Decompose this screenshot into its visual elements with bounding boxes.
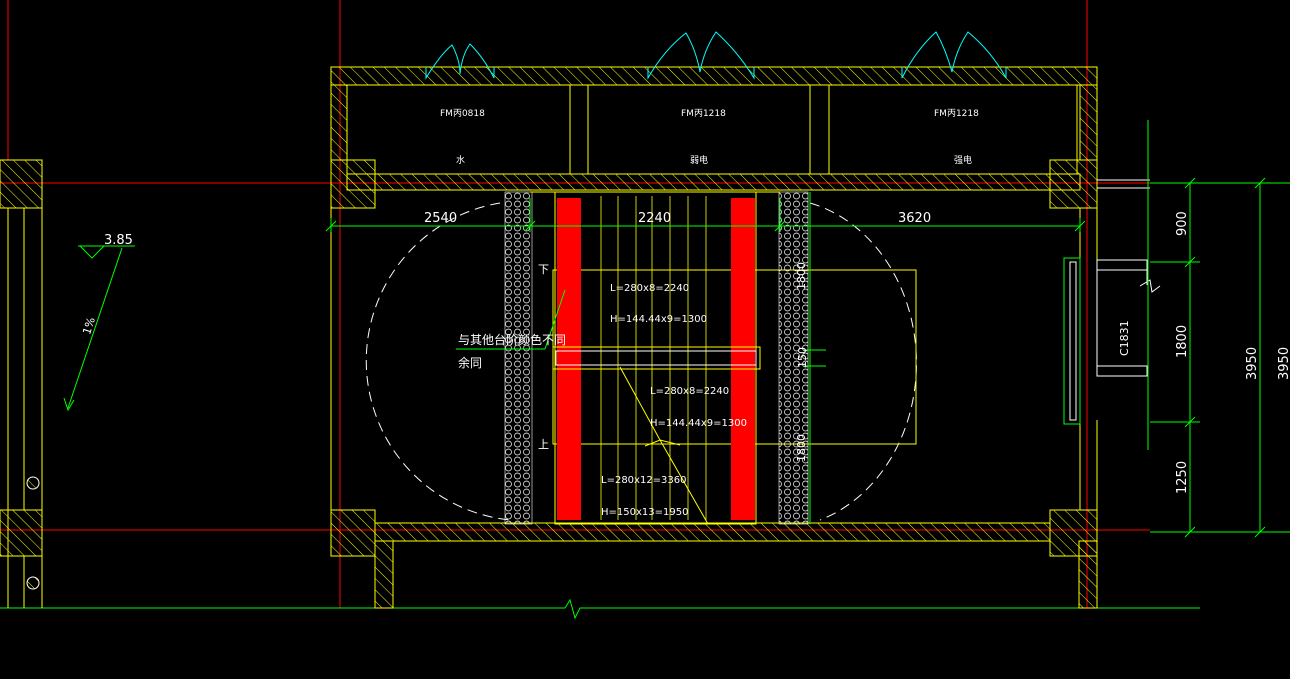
lower-flight-length: L=280x8=2240: [650, 386, 729, 397]
note-text-line1: 与其他台阶颜色不同: [458, 332, 566, 347]
dim-top-2: 2240: [638, 211, 671, 226]
room-1-door-code: FM丙0818: [440, 108, 485, 119]
dim-right-3: 1250: [1175, 461, 1190, 494]
lower-flight-height: H=144.44x9=1300: [650, 418, 747, 429]
right-window: [1063, 179, 1161, 425]
stair-down-label: 下: [538, 263, 549, 276]
upper-flight-height: H=144.44x9=1300: [610, 314, 707, 325]
dashed-boundary: [365, 202, 917, 521]
room-1-name: 水: [456, 154, 465, 166]
first-flight-length: L=280x12=3360: [601, 475, 687, 486]
dim-top-1: 2540: [424, 211, 457, 226]
dim-right-4: 3950: [1245, 347, 1260, 380]
room-2-name: 弱电: [690, 154, 708, 166]
mid-landing-bar: [552, 346, 761, 370]
dim-inner-2: 150: [796, 347, 809, 368]
room-2-door-code: FM丙1218: [681, 108, 726, 119]
dim-inner-1: 1800: [795, 262, 808, 290]
ground-break-line: [0, 598, 1200, 620]
dim-right-2: 1800: [1175, 325, 1190, 358]
level-value: 3.85: [104, 233, 133, 248]
building-walls: [330, 66, 1098, 609]
dim-inner-3: 1800: [795, 434, 808, 462]
level-marker: [63, 245, 135, 412]
cad-drawing-canvas: 3.85 1% FM丙0818 水 FM丙1218 弱电 FM丙1218 强电 …: [0, 0, 1290, 620]
left-building-fragment: [0, 159, 43, 608]
stair-up-label: 上: [538, 438, 549, 451]
first-flight-height: H=150x13=1950: [601, 507, 688, 518]
stair-treads: [600, 196, 707, 520]
upper-flight-length: L=280x8=2240: [610, 283, 689, 294]
room-strong-current: [828, 84, 1078, 175]
dim-right-1: 900: [1175, 211, 1190, 236]
right-dimension-lines: [1147, 120, 1290, 538]
dim-right-5: 3950: [1277, 347, 1290, 380]
room-3-name: 强电: [954, 154, 972, 166]
dim-top-3: 3620: [898, 211, 931, 226]
stair-stringers: [557, 198, 755, 520]
slope-label: 1%: [80, 316, 98, 337]
room-3-door-code: FM丙1218: [934, 108, 979, 119]
window-code: C1831: [1118, 320, 1131, 356]
note-text-line2: 余同: [458, 355, 482, 370]
